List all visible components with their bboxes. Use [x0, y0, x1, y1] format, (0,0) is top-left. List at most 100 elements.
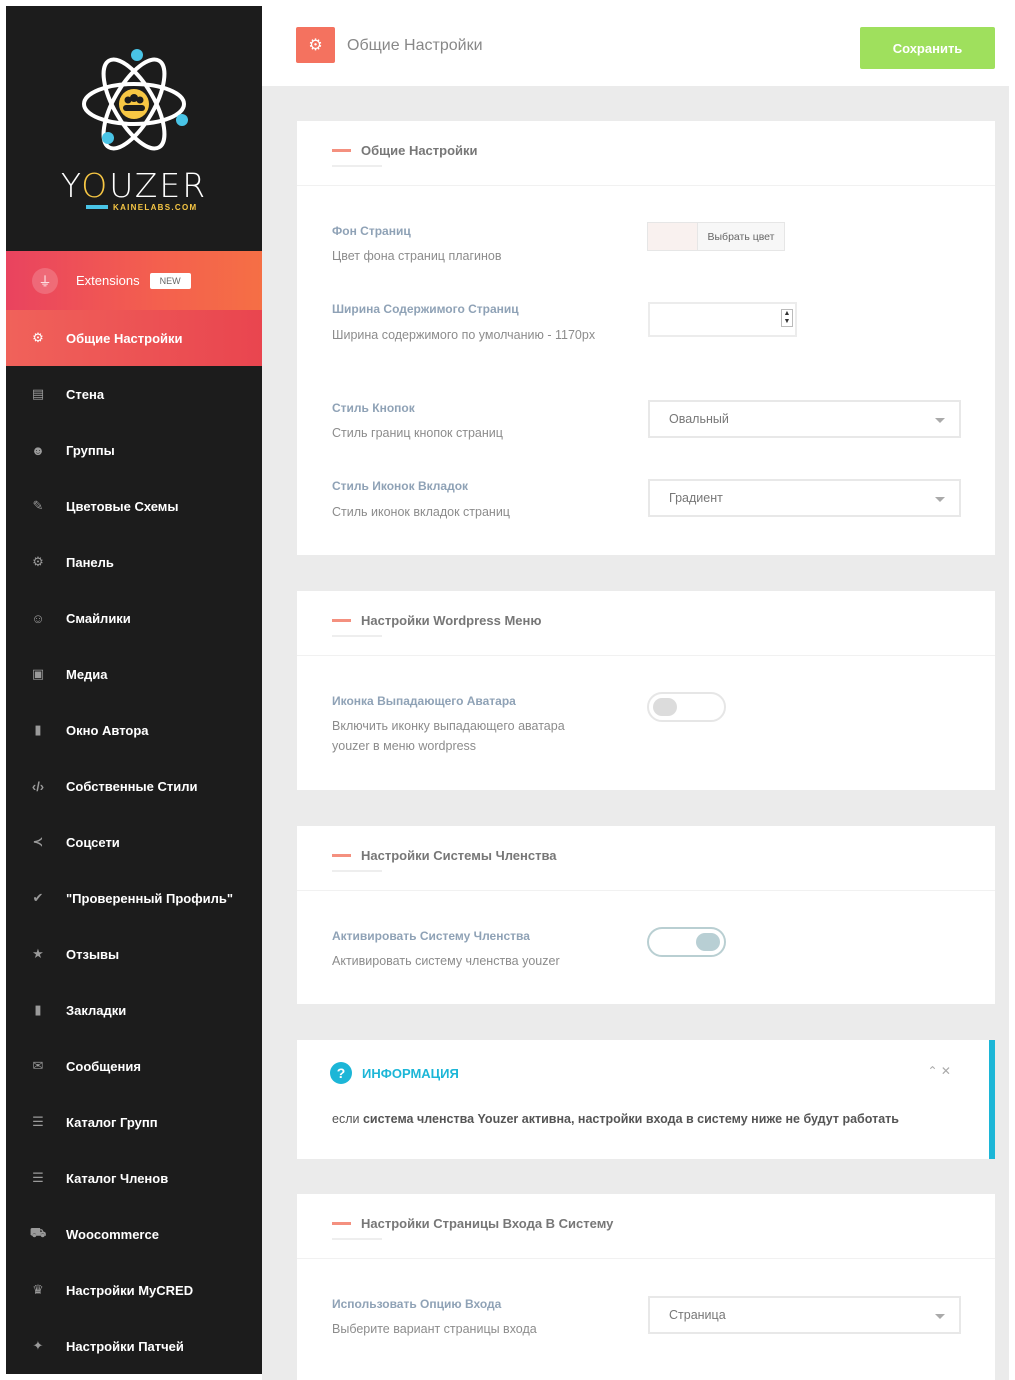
sidebar-item[interactable]: ☻ Группы — [6, 422, 262, 478]
sidebar-item-label: Отзывы — [66, 946, 120, 962]
code-icon: ‹/› — [31, 778, 45, 794]
smile-icon: ☺ — [31, 610, 45, 626]
sidebar-item-label: Настройки Патчей — [66, 1338, 184, 1354]
membership-settings-card: Настройки Системы Членства Активировать … — [297, 826, 995, 1004]
main-content: Общие Настройки Фон Страниц Цвет фона ст… — [262, 86, 1009, 1380]
sidebar-item[interactable]: ✔ "Проверенный Профиль" — [6, 870, 262, 926]
info-title: ИНФОРМАЦИЯ — [362, 1066, 459, 1081]
sidebar-item-label: Смайлики — [66, 610, 131, 626]
sidebar-item[interactable]: ☰ Каталог Членов — [6, 1150, 262, 1206]
card-title: Настройки Страницы Входа В Систему — [361, 1216, 614, 1231]
info-notice: ? ИНФОРМАЦИЯ ⌃ ✕ если система членства Y… — [297, 1040, 995, 1159]
sidebar-item-label: Сообщения — [66, 1058, 141, 1074]
sidebar-item[interactable]: ⚙ Панель — [6, 534, 262, 590]
option-description: Стиль иконок вкладок страниц — [332, 505, 510, 519]
sidebar-item-extensions[interactable]: ⏚ Extensions NEW — [6, 251, 262, 310]
save-button[interactable]: Сохранить — [860, 27, 995, 69]
question-circle-icon: ? — [330, 1062, 352, 1084]
sidebar-item[interactable]: ‹/› Собственные Стили — [6, 758, 262, 814]
title-dash — [332, 1222, 351, 1225]
color-swatch[interactable] — [648, 223, 698, 250]
sidebar-item[interactable]: ✉ Сообщения — [6, 1038, 262, 1094]
sidebar-item[interactable]: ⛟ Woocommerce — [6, 1206, 262, 1262]
wp-menu-settings-card: Настройки Wordpress Меню Иконка Выпадающ… — [297, 591, 995, 790]
card-title: Общие Настройки — [361, 143, 478, 158]
sidebar-item-label: "Проверенный Профиль" — [66, 890, 234, 906]
option-description: Ширина содержимого по умолчанию - 1170px — [332, 328, 596, 342]
sidebar-item-label: Настройки MyCRED — [66, 1282, 194, 1298]
gears-icon: ⚙ — [296, 27, 335, 63]
membership-toggle[interactable] — [647, 927, 726, 957]
page-title: Общие Настройки — [347, 37, 483, 54]
sidebar-item-label: Собственные Стили — [66, 778, 198, 794]
title-dash — [332, 619, 351, 622]
title-dash — [332, 854, 351, 857]
sidebar-item[interactable]: ▣ Медиа — [6, 646, 262, 702]
option-label: Использовать Опцию Входа — [332, 1297, 502, 1311]
tabs-icons-style-select[interactable]: Градиент — [648, 479, 961, 517]
sidebar-item-label: Медиа — [66, 666, 108, 682]
sidebar-item[interactable]: ☰ Каталог Групп — [6, 1094, 262, 1150]
info-controls[interactable]: ⌃ ✕ — [928, 1064, 951, 1078]
content-width-input[interactable]: ▲ ▼ — [648, 302, 797, 337]
top-header: ⚙ Общие Настройки Сохранить — [262, 6, 1009, 86]
caret-down-icon — [935, 497, 945, 502]
sidebar-item-label: Стена — [66, 386, 105, 402]
cart-icon: ⛟ — [29, 1225, 47, 1240]
option-label: Активировать Систему Членства — [332, 929, 530, 943]
sidebar-item-label: Woocommerce — [66, 1226, 159, 1242]
id-card-icon: ▤ — [31, 386, 45, 401]
select-value: Овальный — [669, 412, 729, 426]
sidebar-item[interactable]: ▮ Закладки — [6, 982, 262, 1038]
card-header: Настройки Wordpress Меню — [297, 591, 995, 656]
extensions-label: Extensions — [76, 273, 140, 288]
option-label: Стиль Иконок Вкладок — [332, 479, 469, 493]
sidebar: YOUZER KAINELABS.COM ⏚ Extensions NEW ⚙ О… — [6, 6, 262, 1374]
option-label: Стиль Кнопок — [332, 401, 415, 415]
sidebar-item[interactable]: ★ Отзывы — [6, 926, 262, 982]
avatar-dropdown-toggle[interactable] — [647, 692, 726, 722]
list-alt-icon: ☰ — [32, 1114, 44, 1129]
star-icon: ★ — [32, 946, 44, 961]
magic-icon: ✦ — [32, 1338, 44, 1353]
envelope-icon: ✉ — [32, 1058, 44, 1073]
sidebar-item[interactable]: ☺ Смайлики — [6, 590, 262, 646]
sidebar-item[interactable]: ✦ Настройки Патчей — [6, 1318, 262, 1374]
option-description: Цвет фона страниц плагинов — [332, 249, 502, 263]
plug-icon: ⏚ — [32, 267, 58, 294]
toggle-knob — [696, 933, 720, 951]
color-picker[interactable]: Выбрать цвет — [647, 222, 785, 251]
option-label: Ширина Содержимого Страниц — [332, 302, 519, 316]
choose-color-button[interactable]: Выбрать цвет — [698, 223, 784, 250]
option-description: Выберите вариант страницы входа — [332, 1322, 537, 1336]
sidebar-item[interactable]: ▤ Стена — [6, 366, 262, 422]
number-spinner-icon[interactable]: ▲ ▼ — [781, 309, 793, 327]
title-underline — [332, 870, 382, 872]
buttons-style-select[interactable]: Овальный — [648, 400, 961, 438]
sidebar-item-label: Группы — [66, 442, 115, 458]
brand-name: YOUZER — [60, 166, 208, 205]
sidebar-item-label: Окно Автора — [66, 722, 149, 738]
trophy-icon: ♛ — [32, 1282, 44, 1297]
new-badge: NEW — [149, 272, 191, 289]
login-option-select[interactable]: Страница — [648, 1296, 961, 1334]
card-header: Настройки Страницы Входа В Систему — [297, 1194, 995, 1259]
bookmark-icon: ▮ — [34, 1002, 42, 1017]
address-book-icon: ▮ — [34, 722, 42, 737]
sidebar-item[interactable]: ✎ Цветовые Схемы — [6, 478, 262, 534]
login-settings-card: Настройки Страницы Входа В Систему Испол… — [297, 1194, 995, 1380]
select-value: Градиент — [669, 491, 723, 505]
brush-icon: ✎ — [32, 498, 44, 513]
brand-logo[interactable]: YOUZER KAINELABS.COM — [6, 6, 262, 251]
info-text: если система членства Youzer активна, на… — [332, 1112, 899, 1126]
sidebar-item[interactable]: ♛ Настройки MyCRED — [6, 1262, 262, 1318]
share-icon: ≺ — [32, 834, 44, 849]
sidebar-item-label: Цветовые Схемы — [66, 498, 179, 514]
sidebar-item[interactable]: ⚙ Общие Настройки — [6, 310, 262, 366]
sidebar-item-label: Панель — [66, 554, 114, 570]
sidebar-item-label: Каталог Групп — [66, 1114, 158, 1130]
sidebar-item[interactable]: ≺ Соцсети — [6, 814, 262, 870]
sidebar-item[interactable]: ▮ Окно Автора — [6, 702, 262, 758]
option-description: Включить иконку выпадающего аватара youz… — [332, 719, 565, 753]
atom-logo-icon — [82, 49, 188, 151]
